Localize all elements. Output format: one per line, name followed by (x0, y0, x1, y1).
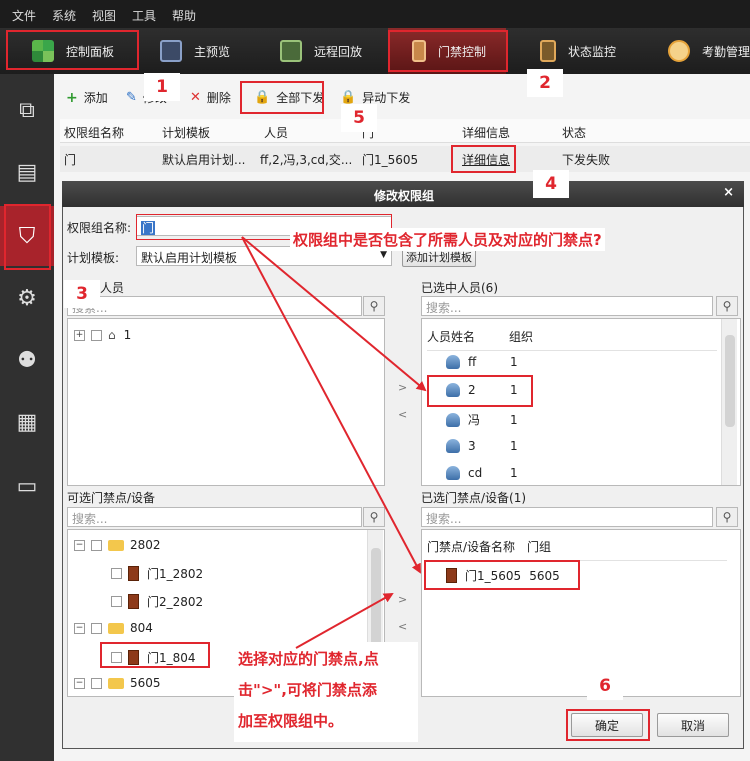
arrow-to-door (241, 236, 421, 574)
arrow-to-add-button (295, 593, 394, 649)
annotation-arrows (241, 236, 427, 649)
arrow-to-person (241, 236, 427, 392)
